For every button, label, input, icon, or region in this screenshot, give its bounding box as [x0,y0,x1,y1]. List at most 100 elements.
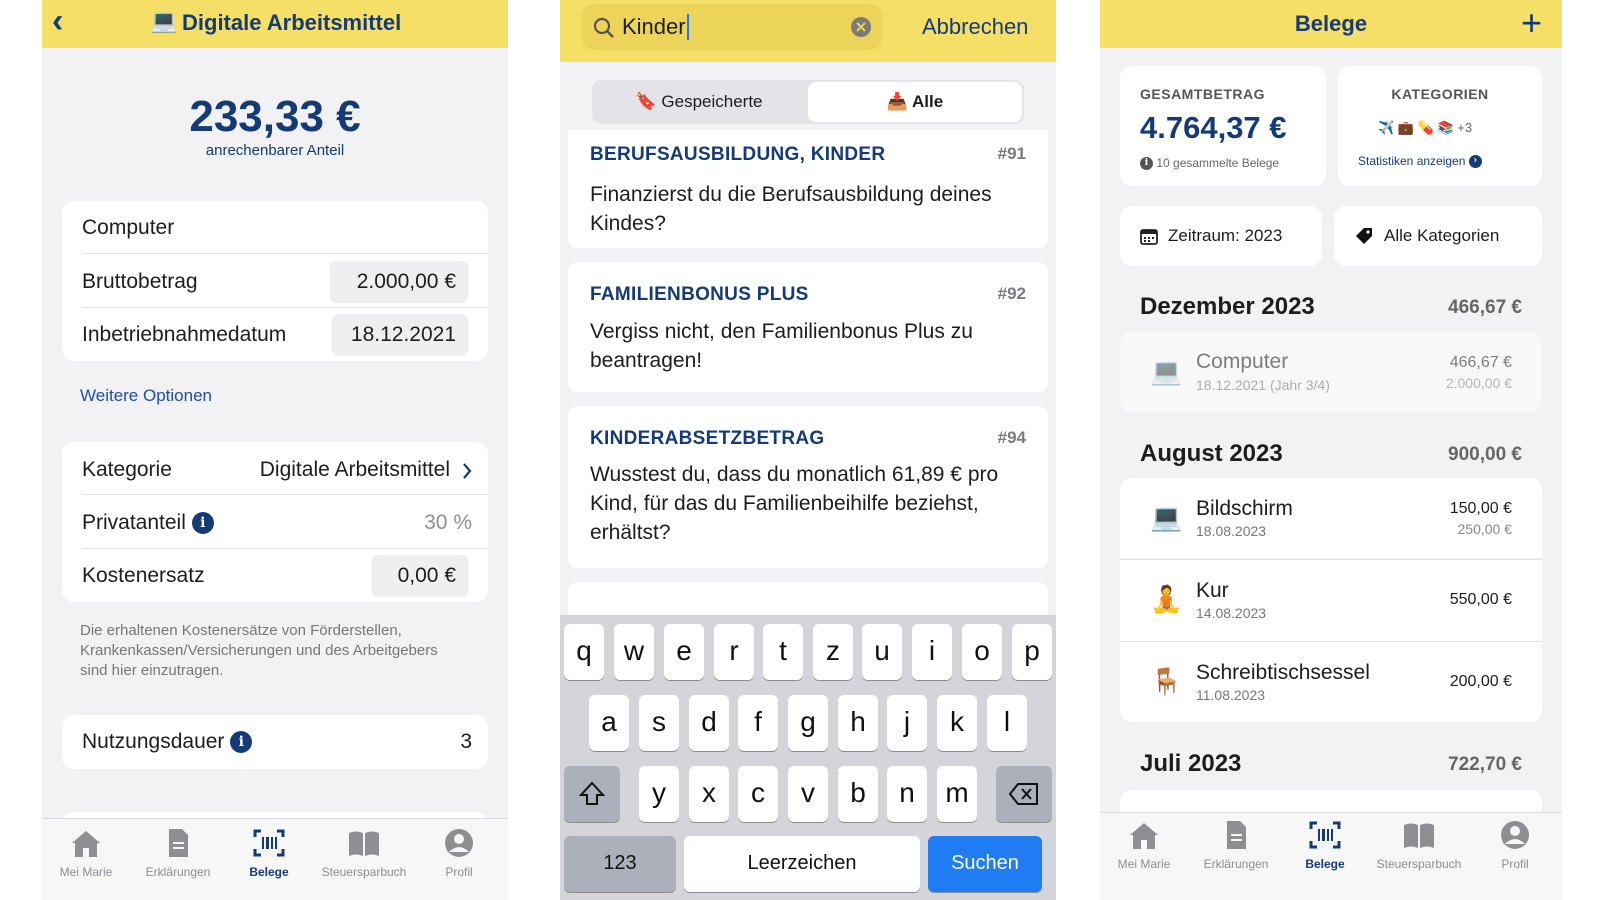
key-r[interactable]: r [714,624,754,680]
key-l[interactable]: l [987,695,1027,751]
clear-icon[interactable] [850,16,872,38]
screen-digitale-arbeitsmittel: ‹ 💻 Digitale Arbeitsmittel 233,33 € anre… [42,0,508,900]
search-header: Kinder Abbrechen [560,0,1056,62]
statistics-link[interactable]: Statistiken anzeigen › [1358,154,1482,169]
info-icon[interactable]: i [191,512,214,535]
tab-belege[interactable]: Belege [1284,819,1366,871]
key-f[interactable]: f [738,695,778,751]
key-n[interactable]: n [887,766,927,822]
key-x[interactable]: x [689,766,729,822]
info-icon[interactable]: i [230,731,253,754]
tab-steuersparbuch[interactable]: Steuersparbuch [1366,819,1472,871]
useful-life-label: Nutzungsdauer i [82,730,253,754]
key-q[interactable]: q [564,624,604,680]
scan-barcode-icon [1309,821,1341,849]
period-filter-button[interactable]: Zeitraum: 2023 [1120,206,1322,266]
key-y[interactable]: y [639,766,679,822]
month-header: August 2023 [1140,440,1283,467]
document-icon [1227,821,1246,849]
key-e[interactable]: e [664,624,704,680]
cancel-button[interactable]: Abbrechen [922,14,1028,40]
numbers-key[interactable]: 123 [564,836,676,892]
gross-amount-input[interactable]: 2.000,00 € [330,261,468,303]
more-options-link[interactable]: Weitere Optionen [80,386,212,406]
tab-profil[interactable]: Profil [416,827,502,879]
tab-belege[interactable]: Belege [226,827,312,879]
tab-bar: Mei Marie Erklärungen Belege Steuersparb… [1100,812,1562,900]
tab-steuersparbuch[interactable]: Steuersparbuch [312,827,416,879]
key-z[interactable]: z [813,624,853,680]
result-number: #91 [997,144,1026,163]
private-share-label-text: Privatanteil [82,511,186,534]
search-field[interactable]: Kinder [582,4,882,50]
tab-mei-marie[interactable]: Mei Marie [42,827,130,879]
home-icon [72,831,100,857]
tab-mei-marie[interactable]: Mei Marie [1100,819,1188,871]
reimbursement-input[interactable]: 0,00 € [372,555,468,597]
key-g[interactable]: g [788,695,828,751]
receipt-row[interactable]: 💻 Computer 18.12.2021 (Jahr 3/4) 466,67 … [1120,332,1542,412]
key-m[interactable]: m [937,766,977,822]
backspace-key[interactable] [996,766,1052,822]
tab-label: Steuersparbuch [1376,857,1462,871]
chevron-right-icon[interactable] [462,462,472,480]
useful-life-card[interactable]: Nutzungsdauer i 3 [62,715,488,769]
chair-icon: 🪑 [1150,666,1183,696]
tab-label: Mei Marie [59,865,113,879]
category-filter-label: Alle Kategorien [1384,226,1500,245]
category-filter-button[interactable]: Alle Kategorien [1334,206,1542,266]
key-b[interactable]: b [838,766,878,822]
key-c[interactable]: c [738,766,778,822]
key-w[interactable]: w [614,624,654,680]
category-value[interactable]: Digitale Arbeitsmittel [260,458,450,482]
key-t[interactable]: t [763,624,803,680]
space-key[interactable]: Leerzeichen [684,836,920,892]
private-share-label: Privatanteil i [82,511,214,535]
key-o[interactable]: o [962,624,1002,680]
tab-profil[interactable]: Profil [1472,819,1558,871]
tab-erklaerungen[interactable]: Erklärungen [130,827,226,879]
pill-icon: 💊 [1417,120,1434,135]
tab-all[interactable]: 📥 Alle [808,82,1022,122]
result-card[interactable]: KINDERABSETZBETRAG #94 Wusstest du, dass… [568,406,1048,568]
tab-label: Belege [249,865,289,879]
add-receipt-button[interactable]: + [1521,2,1542,44]
search-submit-key[interactable]: Suchen [928,836,1042,892]
receipt-name: Computer [1196,350,1289,373]
item-form-card: Computer Bruttobetrag 2.000,00 € Inbetri… [62,201,488,361]
key-a[interactable]: a [589,695,629,751]
useful-life-value[interactable]: 3 [460,730,472,754]
receipt-date: 18.12.2021 (Jahr 3/4) [1196,377,1330,393]
back-button[interactable]: ‹ [52,2,63,41]
receipt-row[interactable]: 💻 Bildschirm 18.08.2023 150,00 € 250,00 … [1120,478,1542,558]
key-d[interactable]: d [689,695,729,751]
laptop-icon: 💻 [1150,356,1183,386]
receipt-row[interactable]: 🪑 Schreibtischsessel 11.08.2023 200,00 € [1120,642,1542,722]
commissioning-date-input[interactable]: 18.12.2021 [332,314,468,356]
item-name-field[interactable]: Computer [82,216,174,240]
tab-erklaerungen[interactable]: Erklärungen [1188,819,1284,871]
shift-key[interactable] [564,766,620,822]
result-card[interactable]: BERUFSAUSBILDUNG, KINDER #91 Finanzierst… [568,130,1048,248]
tab-saved[interactable]: 🔖 Gespeicherte [594,82,804,122]
laptop-icon: 💻 [1150,502,1183,532]
receipt-row[interactable]: 🧘 Kur 14.08.2023 550,00 € [1120,560,1542,641]
credit-amount: 233,33 € [189,92,361,141]
search-icon [593,17,614,38]
calendar-icon [1140,229,1158,245]
key-p[interactable]: p [1012,624,1052,680]
key-i[interactable]: i [912,624,952,680]
categories-card[interactable]: KATEGORIEN ✈️ 💼 💊 📚 +3 Statistiken anzei… [1338,66,1542,186]
key-j[interactable]: j [887,695,927,751]
scan-barcode-icon [253,829,285,857]
key-s[interactable]: s [639,695,679,751]
private-share-value[interactable]: 30 % [424,511,472,535]
key-h[interactable]: h [838,695,878,751]
month-header: Dezember 2023 [1140,293,1315,320]
key-u[interactable]: u [862,624,902,680]
key-v[interactable]: v [788,766,828,822]
key-k[interactable]: k [937,695,977,751]
search-input[interactable]: Kinder [622,14,689,40]
tab-label: Mei Marie [1117,857,1171,871]
result-card[interactable]: FAMILIENBONUS PLUS #92 Vergiss nicht, de… [568,262,1048,392]
